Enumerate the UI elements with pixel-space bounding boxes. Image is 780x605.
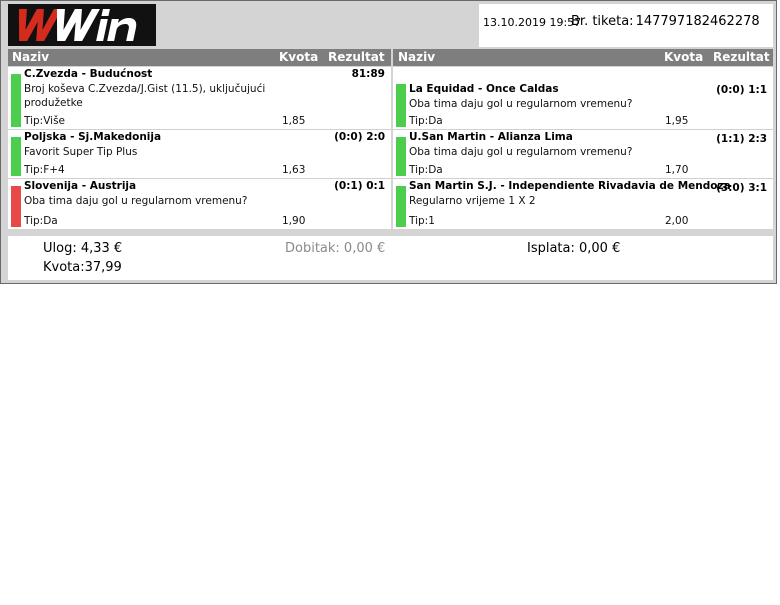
- header-rezultat: Rezultat: [713, 50, 770, 64]
- bet-odd: 1,63: [282, 164, 306, 176]
- bet-description: Oba tima daju gol u regularnom vremenu?: [24, 195, 248, 207]
- bet-list-right: La Equidad - Once Caldas (0:0) 1:1 Oba t…: [393, 67, 773, 229]
- status-bar: [396, 186, 406, 227]
- bet-row: U.San Martin - Alianza Lima (1:1) 2:3 Ob…: [393, 130, 773, 179]
- status-bar: [396, 84, 406, 127]
- bet-row: C.Zvezda - Budućnost 81:89 Broj koševa C…: [8, 67, 391, 130]
- bet-odd: 1,95: [665, 115, 689, 127]
- match-score: (0:1) 0:1: [334, 180, 385, 192]
- stake-amount: Ulog: 4,33 €: [43, 241, 123, 256]
- betting-ticket: 13.10.2019 19:57 Br. tiketa: 147797182462…: [0, 0, 777, 284]
- status-bar: [11, 137, 21, 176]
- bet-tip: Tip:Da: [409, 115, 443, 127]
- bet-tip: Tip:1: [409, 215, 435, 227]
- match-name: Slovenija - Austrija: [24, 180, 137, 192]
- match-name: Poljska - Sj.Makedonija: [24, 131, 162, 143]
- bet-tip: Tip:Više: [24, 115, 66, 127]
- match-score: (3:0) 3:1: [716, 182, 767, 194]
- match-name: C.Zvezda - Budućnost: [24, 68, 153, 80]
- bet-row: Slovenija - Austrija (0:1) 0:1 Oba tima …: [8, 179, 391, 229]
- match-score: (0:0) 1:1: [716, 84, 767, 96]
- bet-odd: 2,00: [665, 215, 689, 227]
- header-rezultat: Rezultat: [328, 50, 385, 64]
- bet-tip: Tip:F+4: [24, 164, 65, 176]
- match-score: 81:89: [351, 68, 385, 80]
- ticket-summary: Ulog: 4,33 € Dobitak: 0,00 € Isplata: 0,…: [8, 236, 773, 280]
- ticket-number: Br. tiketa: 147797182462278: [571, 14, 760, 29]
- ticket-number-value: 147797182462278: [635, 14, 760, 29]
- ticket-date: 13.10.2019 19:57: [483, 16, 582, 29]
- bet-tip: Tip:Da: [409, 164, 443, 176]
- bet-description: Regularno vrijeme 1 X 2: [409, 195, 536, 207]
- match-score: (1:1) 2:3: [716, 133, 767, 145]
- bet-odd: 1,70: [665, 164, 689, 176]
- header-naziv: Naziv: [12, 50, 50, 64]
- bet-description: Oba tima daju gol u regularnom vremenu?: [409, 146, 633, 158]
- bet-list-left: C.Zvezda - Budućnost 81:89 Broj koševa C…: [8, 67, 391, 229]
- winnings-amount: Dobitak: 0,00 €: [285, 241, 386, 256]
- status-bar: [396, 137, 406, 176]
- bet-description: Oba tima daju gol u regularnom vremenu?: [409, 98, 633, 110]
- bet-row: Poljska - Sj.Makedonija (0:0) 2:0 Favori…: [8, 130, 391, 179]
- wwin-logo-graphic: [18, 9, 137, 41]
- bet-description: Broj koševa C.Zvezda/J.Gist (11.5), uklj…: [24, 83, 266, 109]
- total-odds: Kvota:37,99: [43, 260, 122, 275]
- match-name: U.San Martin - Alianza Lima: [409, 131, 573, 143]
- ticket-header: 13.10.2019 19:57 Br. tiketa: 147797182462…: [479, 4, 773, 47]
- bet-row: San Martin S.J. - Independiente Rivadavi…: [393, 179, 773, 229]
- bet-odd: 1,85: [282, 115, 306, 127]
- bet-description: Favorit Super Tip Plus: [24, 146, 138, 158]
- header-kvota: Kvota: [664, 50, 704, 64]
- header-kvota: Kvota: [279, 50, 319, 64]
- ticket-number-label: Br. tiketa:: [571, 14, 634, 29]
- header-naziv: Naziv: [398, 50, 436, 64]
- bet-tip: Tip:Da: [24, 215, 58, 227]
- match-name: La Equidad - Once Caldas: [409, 83, 559, 95]
- status-bar: [11, 186, 21, 227]
- bet-odd: 1,90: [282, 215, 306, 227]
- match-name: San Martin S.J. - Independiente Rivadavi…: [409, 180, 731, 192]
- payout-amount: Isplata: 0,00 €: [527, 241, 621, 256]
- bet-row: La Equidad - Once Caldas (0:0) 1:1 Oba t…: [393, 67, 773, 130]
- column-header-right: Naziv Kvota Rezultat: [393, 49, 773, 66]
- column-header-left: Naziv Kvota Rezultat: [8, 49, 391, 66]
- wwin-logo: [8, 4, 156, 46]
- status-bar: [11, 74, 21, 127]
- match-score: (0:0) 2:0: [334, 131, 385, 143]
